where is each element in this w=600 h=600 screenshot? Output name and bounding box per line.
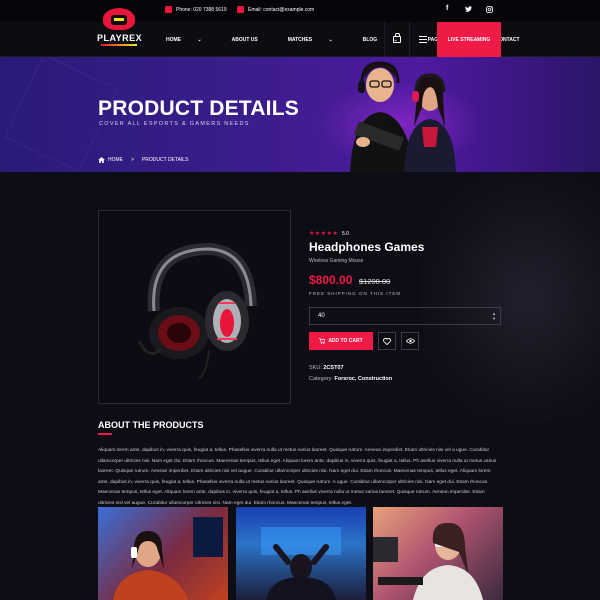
gallery-image-1[interactable] (98, 507, 228, 600)
live-streaming-button[interactable]: LIVE STREAMING (437, 22, 501, 57)
header-divider (384, 22, 385, 57)
quick-view-button[interactable] (401, 332, 419, 350)
breadcrumb-separator: > (131, 157, 134, 163)
chevron-down-icon: ⌄ (328, 37, 333, 43)
quantity-stepper[interactable]: 40 ▲ ▼ (309, 307, 501, 325)
site-logo[interactable]: PLAYREX (97, 8, 143, 54)
eye-icon (405, 338, 415, 344)
rating-stars: ★★★★★ (309, 231, 339, 237)
quantity-value: 40 (318, 313, 325, 319)
product-title: Headphones Games (309, 240, 425, 254)
instagram-icon[interactable] (486, 6, 493, 15)
chevron-down-icon[interactable]: ▼ (492, 316, 496, 321)
nav-label-about: ABOUT US (231, 37, 258, 43)
phone-contact[interactable]: Phone: 020 7388 5619 (165, 6, 227, 13)
rating-value: 5.0 (342, 231, 349, 237)
category-row: Category: Forsroc, Construction (309, 376, 392, 382)
sku-value: 2CST07 (323, 365, 344, 371)
hero-banner: PRODUCT DETAILS COVER ALL ESPORTS & GAME… (0, 57, 600, 172)
about-text: Aliquam lorem ante, dapibus in, viverra … (98, 448, 497, 506)
header-divider (409, 22, 410, 57)
nav-item-about[interactable]: ABOUT US (232, 37, 273, 43)
home-icon (98, 157, 105, 163)
hamburger-icon[interactable] (419, 36, 427, 43)
bag-icon[interactable] (393, 33, 401, 43)
girl-gamer-image (113, 517, 223, 600)
category-label: Category: (309, 376, 333, 382)
stepper-arrows[interactable]: ▲ ▼ (492, 311, 496, 321)
nav-item-matches[interactable]: MATCHES ⌄ (288, 37, 348, 43)
nav-item-blog[interactable]: BLOG ⌄ (363, 37, 413, 43)
headphones-image[interactable] (99, 211, 292, 405)
wishlist-button[interactable] (378, 332, 396, 350)
breadcrumb: HOME > PRODUCT DETAILS (98, 157, 188, 163)
soldier-background (420, 172, 600, 422)
gamer-woman-image (404, 73, 456, 172)
facebook-icon[interactable]: f (446, 5, 448, 12)
logo-text: PLAYREX (97, 33, 143, 43)
sku-label: SKU: (309, 365, 322, 371)
mail-icon (237, 6, 244, 13)
breadcrumb-home-label: HOME (108, 157, 123, 163)
email-contact[interactable]: Email: contact@example.com (237, 6, 314, 13)
breadcrumb-current: PRODUCT DETAILS (141, 157, 189, 163)
product-price: $800.00 (309, 273, 353, 287)
logo-mark-icon (103, 8, 135, 30)
page-subtitle: COVER ALL ESPORTS & GAMERS NEEDS (99, 121, 250, 127)
gallery-image-3[interactable] (373, 507, 503, 600)
product-old-price: $1200.00 (359, 277, 391, 286)
page-title: PRODUCT DETAILS (98, 97, 299, 120)
nav-label-blog: BLOG (362, 37, 378, 43)
category-links[interactable]: Forsroc, Construction (334, 376, 392, 382)
product-subtitle: Wireless Gaming Mouse (309, 258, 364, 264)
phone-text: Phone: 020 7388 5619 (176, 6, 227, 13)
top-bar: Phone: 020 7388 5619 Email: contact@exam… (0, 0, 600, 22)
add-to-cart-label: ADD TO CART (328, 338, 363, 344)
streamer-image (261, 527, 341, 600)
about-underline (98, 433, 112, 435)
nav-item-home[interactable]: HOME ⌄ (166, 37, 217, 43)
email-text: Email: contact@example.com (248, 6, 315, 13)
twitter-icon[interactable] (465, 6, 472, 14)
logo-underline (101, 44, 137, 46)
gallery-image-2[interactable] (236, 507, 366, 600)
about-title: ABOUT THE PRODUCTS (98, 420, 204, 430)
nav-item-contact[interactable]: CONTACT (495, 37, 534, 43)
nav-label-home: HOME (166, 37, 181, 43)
heart-icon (383, 337, 391, 345)
vr-gamer-image (373, 522, 483, 600)
breadcrumb-home[interactable]: HOME (98, 157, 123, 163)
chevron-down-icon: ⌄ (197, 37, 202, 43)
nav-label-matches: MATCHES (287, 37, 313, 43)
sku-row: SKU: 2CST07 (309, 365, 344, 371)
add-to-cart-button[interactable]: ADD TO CART (309, 332, 373, 350)
phone-icon (165, 6, 172, 13)
product-image-frame (98, 210, 291, 404)
cart-icon (319, 338, 326, 344)
shipping-note: FREE SHIPPING ON THIS ITEM (309, 291, 402, 296)
